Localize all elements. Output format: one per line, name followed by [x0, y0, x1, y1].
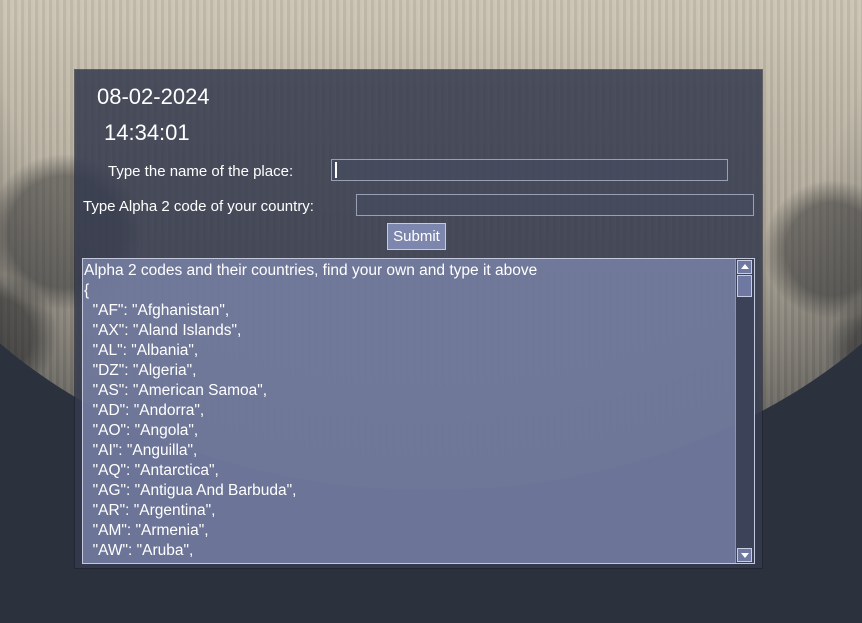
text-line: "AG": "Antigua And Barbuda", [84, 482, 297, 499]
text-line: "AL": "Albania", [84, 342, 199, 359]
place-input[interactable] [331, 159, 728, 181]
text-line: "AI": "Anguilla", [84, 442, 198, 459]
text-line: "AS": "American Samoa", [84, 382, 268, 399]
time-display: 14:34:01 [104, 120, 190, 145]
text-line: "AM": "Armenia", [84, 522, 209, 539]
text-line: "AD": "Andorra", [84, 402, 205, 419]
window: 08-02-2024 14:34:01 Type the name of the… [0, 0, 862, 623]
text-line: "AF": "Afghanistan", [84, 302, 230, 319]
main-panel: 08-02-2024 14:34:01 Type the name of the… [75, 70, 762, 568]
text-line: "AR": "Argentina", [84, 502, 216, 519]
submit-button[interactable]: Submit [387, 223, 446, 250]
date-display: 08-02-2024 [97, 84, 210, 109]
scroll-up-arrow-icon[interactable] [737, 260, 752, 274]
country-codes-textbox[interactable]: Alpha 2 codes and their countries, find … [82, 258, 755, 564]
text-line: { [84, 282, 90, 299]
scroll-down-arrow-icon[interactable] [737, 548, 752, 562]
country-code-input[interactable] [356, 194, 754, 216]
text-line: "AX": "Aland Islands", [84, 322, 242, 339]
place-label: Type the name of the place: [108, 163, 294, 180]
vertical-scrollbar[interactable] [735, 259, 754, 563]
country-code-label: Type Alpha 2 code of your country: [83, 198, 314, 215]
text-line: "DZ": "Algeria", [84, 362, 197, 379]
country-codes-text: Alpha 2 codes and their countries, find … [84, 261, 736, 561]
text-line: "AW": "Aruba", [84, 542, 194, 559]
scrollbar-thumb[interactable] [737, 275, 752, 297]
text-line: "AQ": "Antarctica", [84, 462, 219, 479]
text-line: "AO": "Angola", [84, 422, 199, 439]
text-cursor [335, 162, 337, 178]
text-line: Alpha 2 codes and their countries, find … [84, 262, 538, 279]
